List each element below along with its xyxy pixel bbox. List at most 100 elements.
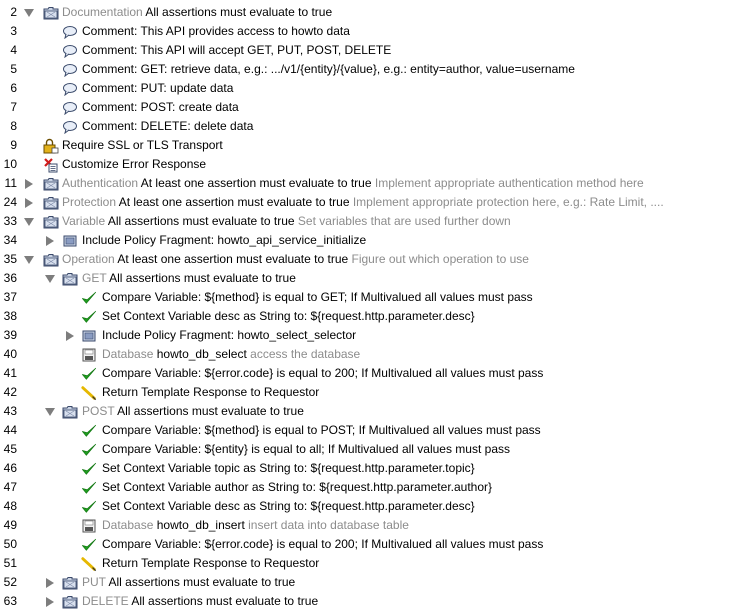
tree-row[interactable]: 38 Set Context Variable desc as String to… (0, 307, 730, 326)
tree-row[interactable]: 34 Include Policy Fragment: howto_api_ser… (0, 231, 730, 250)
assertion-meta-text: DELETE (82, 594, 129, 608)
tree-row[interactable]: 49 Database howto_db_insert insert data i… (0, 516, 730, 535)
tree-row[interactable]: 3 Comment: This API provides access to ho… (0, 22, 730, 41)
tree-row[interactable]: 48 Set Context Variable desc as String to… (0, 497, 730, 516)
assertion-meta-text: Authentication (62, 176, 139, 190)
tree-row[interactable]: 11 Authentication At least one assertion … (0, 174, 730, 193)
tree-row[interactable]: 43 POST All assertions must evaluate to t… (0, 402, 730, 421)
triangle-right-icon (46, 235, 54, 246)
assertion-meta-text: POST (82, 404, 115, 418)
tree-row[interactable]: 6 Comment: PUT: update data (0, 79, 730, 98)
line-number: 42 (3, 385, 17, 399)
assertion-meta-text: Set variables that are used further down (297, 214, 511, 228)
assertion-text: Comment: POST: create data (82, 100, 239, 114)
assertion-label: Comment: POST: create data (82, 98, 239, 117)
assertion-text: howto_db_insert (156, 518, 245, 532)
tree-row[interactable]: 36 GET All assertions must evaluate to tr… (0, 269, 730, 288)
assertion-label: Database howto_db_select access the data… (102, 345, 360, 364)
pencil-icon (81, 554, 97, 573)
tree-row[interactable]: 4 Comment: This API will accept GET, PUT,… (0, 41, 730, 60)
collapse-toggle-icon[interactable] (23, 250, 35, 269)
assertion-text: Set Context Variable desc as String to: … (102, 499, 475, 513)
tree-row[interactable]: 9 Require SSL or TLS Transport (0, 136, 730, 155)
tree-row[interactable]: 37 Compare Variable: ${method} is equal t… (0, 288, 730, 307)
comment-icon (62, 117, 78, 136)
assertion-label: Database howto_db_insert insert data int… (102, 516, 409, 535)
assertion-text: Set Context Variable desc as String to: … (102, 309, 475, 323)
error-response-icon (43, 155, 59, 174)
assertion-text: At least one assertion must evaluate to … (118, 195, 350, 209)
expand-toggle-icon[interactable] (23, 174, 35, 193)
line-number: 9 (10, 138, 17, 152)
assertion-label: Set Context Variable desc as String to: … (102, 497, 475, 516)
tree-row[interactable]: 42 Return Template Response to Requestor (0, 383, 730, 402)
tree-row[interactable]: 5 Comment: GET: retrieve data, e.g.: .../… (0, 60, 730, 79)
assertion-text: All assertions must evaluate to true (117, 404, 304, 418)
collapse-toggle-icon[interactable] (23, 3, 35, 22)
tree-row[interactable]: 41 Compare Variable: ${error.code} is equ… (0, 364, 730, 383)
pencil-icon (81, 383, 97, 402)
tree-row[interactable]: 8 Comment: DELETE: delete data (0, 117, 730, 136)
tree-row[interactable]: 35 Operation At least one assertion must … (0, 250, 730, 269)
tree-row[interactable]: 44 Compare Variable: ${method} is equal t… (0, 421, 730, 440)
assertion-meta-text: Protection (62, 195, 117, 209)
tree-row[interactable]: 33 Variable All assertions must evaluate … (0, 212, 730, 231)
line-number: 11 (4, 176, 17, 190)
collapse-toggle-icon[interactable] (44, 269, 56, 288)
line-number: 6 (10, 81, 17, 95)
assertion-label: Comment: This API provides access to how… (82, 22, 350, 41)
assertion-text: At least one assertion must evaluate to … (140, 176, 372, 190)
assertion-label: Set Context Variable desc as String to: … (102, 307, 475, 326)
line-number: 2 (10, 5, 17, 19)
tree-row[interactable]: 40 Database howto_db_select access the da… (0, 345, 730, 364)
tree-row[interactable]: 10 Customize Error Response (0, 155, 730, 174)
line-number: 33 (3, 214, 17, 228)
collapse-toggle-icon[interactable] (44, 402, 56, 421)
tree-row[interactable]: 45 Compare Variable: ${entity} is equal t… (0, 440, 730, 459)
assertion-label: Protection At least one assertion must e… (62, 193, 664, 212)
tree-row[interactable]: 7 Comment: POST: create data (0, 98, 730, 117)
assertion-text: Comment: GET: retrieve data, e.g.: .../v… (82, 62, 575, 76)
assertion-meta-text: Variable (62, 214, 106, 228)
line-number: 51 (3, 556, 17, 570)
tree-row[interactable]: 24 Protection At least one assertion must… (0, 193, 730, 212)
assertion-text: All assertions must evaluate to true (109, 271, 296, 285)
line-number: 36 (3, 271, 17, 285)
tree-row[interactable]: 63 DELETE All assertions must evaluate to… (0, 592, 730, 611)
collapse-toggle-icon[interactable] (23, 212, 35, 231)
expand-toggle-icon[interactable] (44, 573, 56, 592)
assertion-label: Require SSL or TLS Transport (62, 136, 223, 155)
comment-icon (62, 98, 78, 117)
line-number: 38 (3, 309, 17, 323)
tree-row[interactable]: 46 Set Context Variable topic as String t… (0, 459, 730, 478)
checkmark-icon (81, 307, 97, 326)
assertion-label: PUT All assertions must evaluate to true (82, 573, 295, 592)
tree-row[interactable]: 47 Set Context Variable author as String … (0, 478, 730, 497)
tree-row[interactable]: 39 Include Policy Fragment: howto_select_… (0, 326, 730, 345)
expand-toggle-icon[interactable] (44, 592, 56, 611)
folder-icon (62, 592, 78, 611)
line-number: 5 (10, 62, 17, 76)
assertion-label: Compare Variable: ${entity} is equal to … (102, 440, 510, 459)
line-number: 34 (3, 233, 17, 247)
line-number: 24 (3, 195, 17, 209)
assertion-label: Set Context Variable author as String to… (102, 478, 492, 497)
assertion-text: Compare Variable: ${entity} is equal to … (102, 442, 510, 456)
checkmark-icon (81, 421, 97, 440)
assertion-text: howto_db_select (156, 347, 247, 361)
expand-toggle-icon[interactable] (64, 326, 76, 345)
folder-icon (43, 250, 59, 269)
expand-toggle-icon[interactable] (23, 193, 35, 212)
tree-row[interactable]: 50 Compare Variable: ${error.code} is equ… (0, 535, 730, 554)
triangle-down-icon (24, 217, 34, 226)
tree-row[interactable]: 51 Return Template Response to Requestor (0, 554, 730, 573)
assertion-label: Documentation All assertions must evalua… (62, 3, 332, 22)
assertion-label: Return Template Response to Requestor (102, 554, 319, 573)
line-number: 52 (3, 575, 17, 589)
tree-row[interactable]: 52 PUT All assertions must evaluate to tr… (0, 573, 730, 592)
assertion-text: Compare Variable: ${error.code} is equal… (102, 537, 544, 551)
assertion-text: Compare Variable: ${method} is equal to … (102, 290, 533, 304)
expand-toggle-icon[interactable] (44, 231, 56, 250)
checkmark-icon (81, 478, 97, 497)
tree-row[interactable]: 2 Documentation All assertions must evalu… (0, 3, 730, 22)
